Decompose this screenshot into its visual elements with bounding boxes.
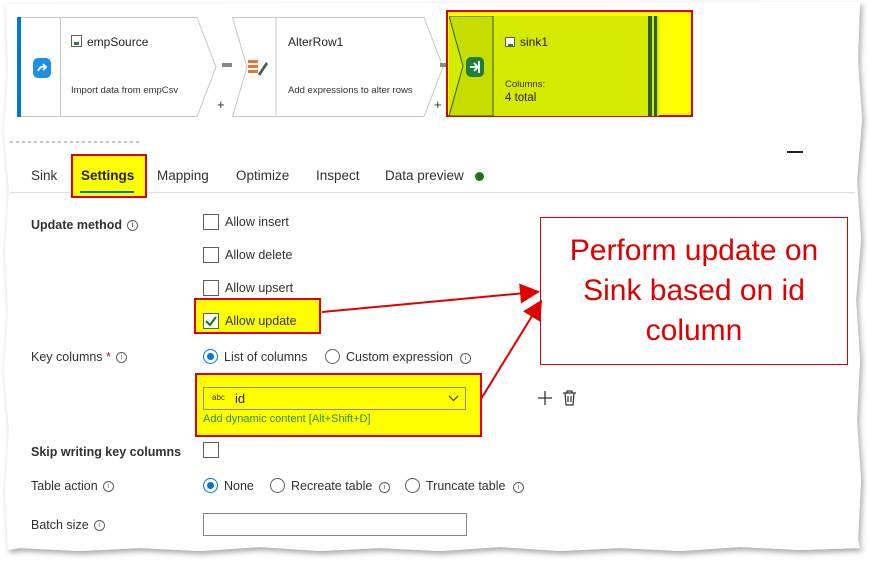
arrow-to-key-column [480, 299, 543, 400]
screenshot-canvas: empSource Import data from empCsv + Alte… [0, 0, 869, 561]
annotation-arrows [321, 283, 543, 400]
arrow-to-allow-update [321, 283, 540, 313]
